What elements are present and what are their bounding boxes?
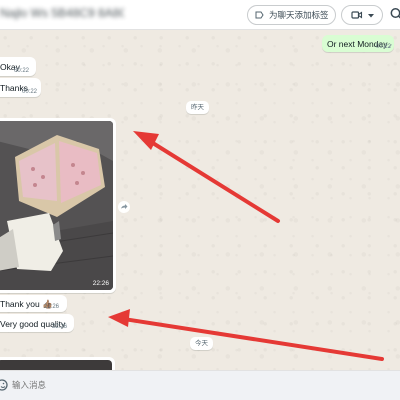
incoming-message[interactable]: Thank you 👍🏽 22:26 — [0, 295, 67, 312]
message-composer — [0, 370, 400, 400]
add-label-button-text: 为聊天添加标签 — [269, 10, 329, 20]
emoji-icon[interactable] — [0, 377, 8, 393]
search-icon[interactable] — [389, 6, 400, 23]
photo-attachment[interactable] — [0, 360, 112, 370]
video-camera-icon — [351, 11, 363, 19]
message-input[interactable] — [12, 378, 312, 392]
incoming-message[interactable]: Okay 00:22 — [0, 57, 36, 76]
incoming-photo-message[interactable] — [0, 357, 115, 370]
message-time: 22:26 — [44, 304, 60, 310]
add-label-button[interactable]: 为聊天添加标签 — [247, 5, 336, 25]
read-receipt-icon: ✓✓ — [382, 44, 393, 50]
incoming-message[interactable]: Thanks 00:22 — [0, 78, 41, 97]
chat-header: Najlo Ws 5B48C9 8A8C40 0 D 为聊天添加标签 — [0, 0, 400, 30]
forward-icon[interactable] — [118, 201, 130, 213]
label-icon — [255, 11, 264, 19]
video-call-button[interactable] — [341, 5, 383, 25]
message-time: 00:22 — [22, 89, 38, 95]
message-time: 22:26 — [92, 280, 109, 287]
incoming-photo-message[interactable]: 22:26 — [0, 118, 116, 293]
outgoing-message[interactable]: Or next Monday 00:22 ✓✓ — [322, 35, 394, 52]
photo-attachment[interactable]: 22:26 — [0, 121, 113, 290]
product-photo — [0, 121, 113, 290]
chat-title[interactable]: Najlo Ws 5B48C9 8A8C40 0 D — [0, 6, 124, 21]
chevron-down-icon — [368, 14, 374, 18]
date-separator: 昨天 — [186, 101, 209, 114]
date-separator: 今天 — [190, 337, 213, 350]
message-time: 00:22 — [14, 68, 30, 74]
message-time: 22:26 — [52, 324, 68, 330]
incoming-message[interactable]: Very good quality 22:26 — [0, 314, 74, 332]
message-list[interactable]: Or next Monday 00:22 ✓✓ Okay 00:22 Thank… — [0, 30, 400, 370]
